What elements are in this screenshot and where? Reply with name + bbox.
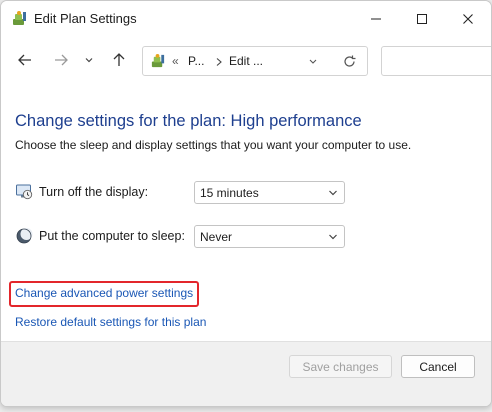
up-button[interactable] bbox=[107, 48, 131, 72]
save-changes-button[interactable]: Save changes bbox=[289, 355, 392, 378]
breadcrumb-item-power-options[interactable]: P... bbox=[188, 54, 204, 68]
breadcrumb-overflow[interactable]: « bbox=[172, 54, 179, 68]
arrow-up-icon bbox=[113, 53, 125, 66]
advanced-power-settings-link[interactable]: Change advanced power settings bbox=[15, 286, 193, 300]
minimize-icon bbox=[371, 18, 381, 20]
cancel-button[interactable]: Cancel bbox=[401, 355, 475, 378]
chevron-down-icon bbox=[85, 58, 93, 63]
chevron-down-icon bbox=[329, 234, 337, 240]
window-title: Edit Plan Settings bbox=[34, 11, 137, 26]
footer: Save changes Cancel bbox=[1, 342, 491, 406]
address-dropdown-icon[interactable] bbox=[308, 58, 318, 66]
page-description: Choose the sleep and display settings th… bbox=[15, 138, 412, 152]
display-timeout-value: 15 minutes bbox=[200, 186, 259, 200]
recent-locations-button[interactable] bbox=[80, 48, 98, 72]
restore-defaults-link[interactable]: Restore default settings for this plan bbox=[15, 315, 206, 329]
back-button[interactable] bbox=[13, 48, 37, 72]
power-options-icon bbox=[13, 11, 26, 25]
close-icon bbox=[463, 14, 473, 24]
edit-plan-settings-window: Edit Plan Settings « P... Edit ... Chang… bbox=[0, 0, 492, 407]
search-box[interactable] bbox=[381, 46, 491, 76]
navigation-bar: « P... Edit ... bbox=[1, 41, 491, 81]
breadcrumb-separator-icon bbox=[216, 58, 222, 66]
arrow-left-icon bbox=[18, 54, 31, 66]
chevron-down-icon bbox=[329, 190, 337, 196]
display-timeout-select[interactable]: 15 minutes bbox=[194, 181, 345, 204]
sleep-moon-icon bbox=[16, 228, 33, 244]
sleep-timeout-label: Put the computer to sleep: bbox=[39, 229, 185, 243]
display-timeout-label: Turn off the display: bbox=[39, 185, 149, 199]
minimize-button[interactable] bbox=[353, 1, 399, 37]
close-button[interactable] bbox=[445, 1, 491, 37]
control-panel-icon bbox=[151, 53, 165, 68]
sleep-timeout-value: Never bbox=[200, 230, 233, 244]
title-bar[interactable]: Edit Plan Settings bbox=[1, 1, 491, 37]
display-icon bbox=[16, 184, 33, 200]
page-title: Change settings for the plan: High perfo… bbox=[15, 112, 362, 130]
refresh-icon[interactable] bbox=[342, 54, 357, 69]
forward-button[interactable] bbox=[49, 48, 73, 72]
arrow-right-icon bbox=[55, 54, 68, 66]
breadcrumb-item-edit-plan[interactable]: Edit ... bbox=[229, 54, 263, 68]
maximize-button[interactable] bbox=[399, 1, 445, 37]
address-bar[interactable]: « P... Edit ... bbox=[142, 46, 368, 76]
maximize-icon bbox=[417, 14, 427, 24]
sleep-timeout-select[interactable]: Never bbox=[194, 225, 345, 248]
